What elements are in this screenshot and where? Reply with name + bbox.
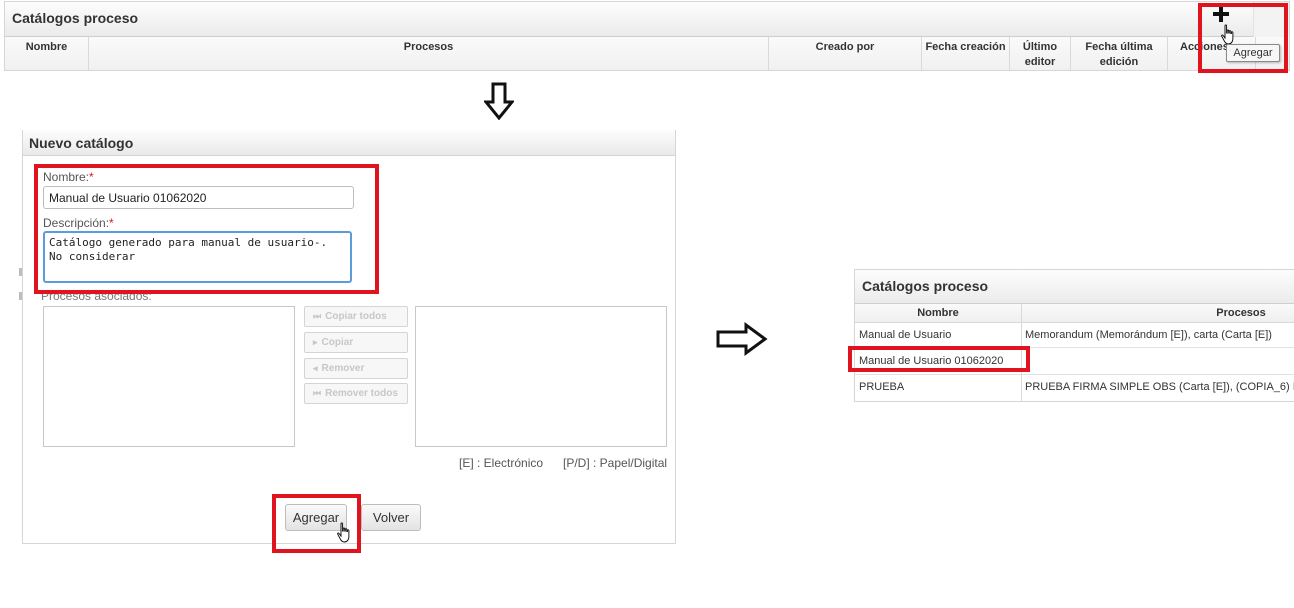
column-header-fecha-ultima-edicion[interactable]: Fecha última edición — [1071, 37, 1168, 70]
result-title-bar: Catálogos proceso — [855, 270, 1294, 304]
legend-paper-digital: [P/D] : Papel/Digital — [563, 456, 668, 470]
arrow-right-icon — [716, 322, 768, 356]
arrow-down-icon — [484, 82, 514, 120]
result-list-title: Catálogos proceso — [862, 278, 989, 294]
copy-all-button[interactable]: ⏭ Copiar todos — [304, 306, 408, 327]
column-header-ultimo-editor[interactable]: Último editor — [1010, 37, 1071, 70]
edge-mark — [19, 292, 22, 300]
available-processes-list[interactable] — [43, 306, 295, 447]
selected-processes-list[interactable] — [415, 306, 667, 447]
copy-all-label: Copiar todos — [325, 311, 387, 322]
new-catalog-title: Nuevo catálogo — [29, 135, 134, 151]
row-processes: PRUEBA FIRMA SIMPLE OBS (Carta [E]), (CO… — [1025, 381, 1294, 393]
highlight-new-row — [848, 346, 1030, 372]
copy-button[interactable]: ▸ Copiar — [304, 332, 408, 353]
hand-cursor-icon — [337, 522, 350, 543]
column-header-nombre[interactable]: Nombre — [5, 37, 89, 70]
double-chevron-right-icon: ⏭ — [313, 311, 322, 321]
double-chevron-left-icon: ⏮ — [313, 388, 322, 398]
catalog-list-panel: Catálogos proceso Nombre Procesos Creado… — [4, 1, 1290, 71]
column-header-procesos[interactable]: Procesos — [1021, 304, 1294, 323]
column-header-fecha-creacion[interactable]: Fecha creación — [922, 37, 1010, 70]
catalog-list-title-bar: Catálogos proceso — [5, 2, 1289, 37]
result-catalog-list-panel: Catálogos proceso Nombre Procesos Manual… — [854, 269, 1294, 402]
remove-label: Remover — [321, 363, 365, 374]
table-row[interactable]: PRUEBA PRUEBA FIRMA SIMPLE OBS (Carta [E… — [855, 375, 1294, 401]
remove-all-label: Remover todos — [325, 388, 398, 399]
catalog-list-header: Nombre Procesos Creado por Fecha creació… — [5, 37, 1289, 70]
edge-mark — [19, 268, 22, 276]
column-header-creado-por[interactable]: Creado por — [769, 37, 922, 70]
chevron-right-icon: ▸ — [313, 337, 318, 347]
remove-button[interactable]: ◂ Remover — [304, 358, 408, 379]
new-catalog-title-bar: Nuevo catálogo — [23, 130, 675, 156]
row-name: Manual de Usuario — [859, 329, 952, 341]
column-header-nombre[interactable]: Nombre — [855, 304, 1021, 323]
result-list-header: Nombre Procesos — [855, 304, 1294, 323]
legend-electronic: [E] : Electrónico — [459, 456, 544, 470]
back-button[interactable]: Volver — [361, 504, 421, 531]
column-header-procesos[interactable]: Procesos — [89, 37, 769, 70]
highlight-form-fields — [34, 164, 379, 294]
catalog-list-title: Catálogos proceso — [12, 10, 139, 26]
copy-label: Copiar — [321, 337, 354, 348]
row-name: PRUEBA — [859, 381, 905, 393]
table-row[interactable]: Manual de Usuario Memorandum (Memorándum… — [855, 324, 1294, 348]
row-processes: Memorandum (Memorándum [E]), carta (Cart… — [1025, 329, 1272, 341]
chevron-left-icon: ◂ — [313, 363, 318, 373]
highlight-add-icon — [1198, 3, 1288, 73]
remove-all-button[interactable]: ⏮ Remover todos — [304, 383, 408, 404]
